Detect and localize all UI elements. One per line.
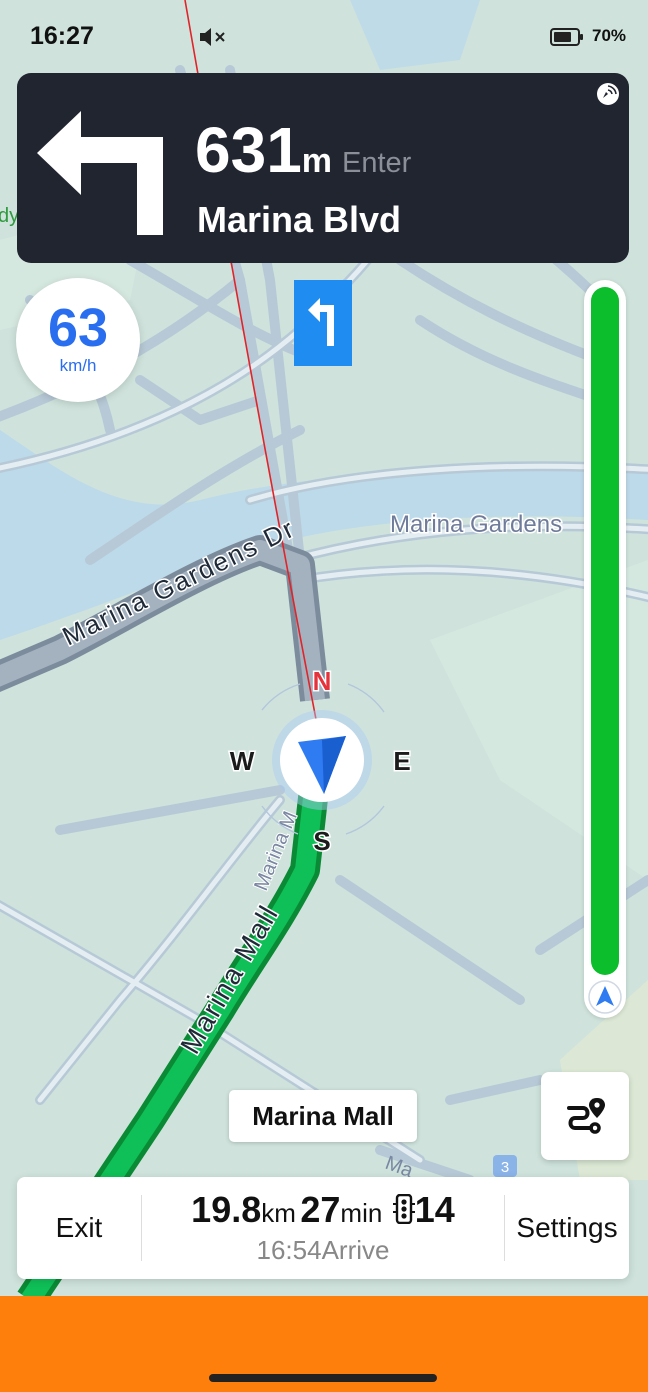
battery-icon [550,28,583,46]
trip-summary-panel: Exit 19.8km 27min 14 16:54Arrive Setting… [17,1177,629,1279]
compass-west: W [230,746,255,776]
maneuver-action: Enter [342,147,412,179]
exit-navigation-button[interactable]: Exit [17,1177,141,1279]
route-progress-bar [584,280,626,1018]
settings-button[interactable]: Settings [505,1177,629,1279]
remaining-time-value: 27 [300,1189,341,1230]
distance-value: 631 [195,114,302,186]
compass-east: E [393,746,410,776]
maneuver-distance: 631m Enter [195,113,411,187]
divider [141,1195,142,1261]
map-label-marina-gardens: Marina Gardens [390,511,562,538]
traffic-light-icon [392,1194,415,1224]
speed-value: 63 [47,298,109,358]
compass-south: S [313,826,330,856]
distance-unit: m [301,142,333,180]
trip-stats: 19.8km 27min 14 [143,1189,503,1231]
current-location-icon [272,710,372,810]
destination-poi-label[interactable]: Marina Mall [229,1090,417,1142]
battery-percent: 70% [592,26,627,45]
speed-unit: km/h [59,356,97,375]
road-shield: 3 [493,1155,517,1177]
svg-text:3: 3 [501,1159,509,1176]
remaining-distance-value: 19.8 [191,1189,262,1230]
compass-north: N [313,666,332,696]
mute-icon [200,28,225,46]
route-progress-fill [591,287,619,975]
status-time: 16:27 [30,22,94,50]
turn-left-arrow-icon [37,111,163,235]
route-overview-button[interactable] [541,1072,629,1160]
route-overview-icon [567,1098,605,1134]
bottom-bar [0,1296,648,1392]
traffic-light-count: 14 [414,1189,455,1230]
arrival-time: 16:54Arrive [256,1235,390,1265]
remaining-time-unit: min [340,1198,383,1228]
voice-broadcast-icon[interactable] [595,81,621,107]
status-bar: 16:27 70% [0,0,648,70]
next-street-name: Marina Blvd [197,199,402,240]
current-speed: 63 km/h [16,278,140,402]
navigation-banner[interactable]: 631m Enter Marina Blvd [17,73,629,263]
home-indicator[interactable] [209,1374,437,1382]
lane-guidance-left-turn-icon [294,280,352,366]
remaining-distance-unit: km [261,1198,296,1228]
progress-location-marker-icon [588,980,622,1014]
